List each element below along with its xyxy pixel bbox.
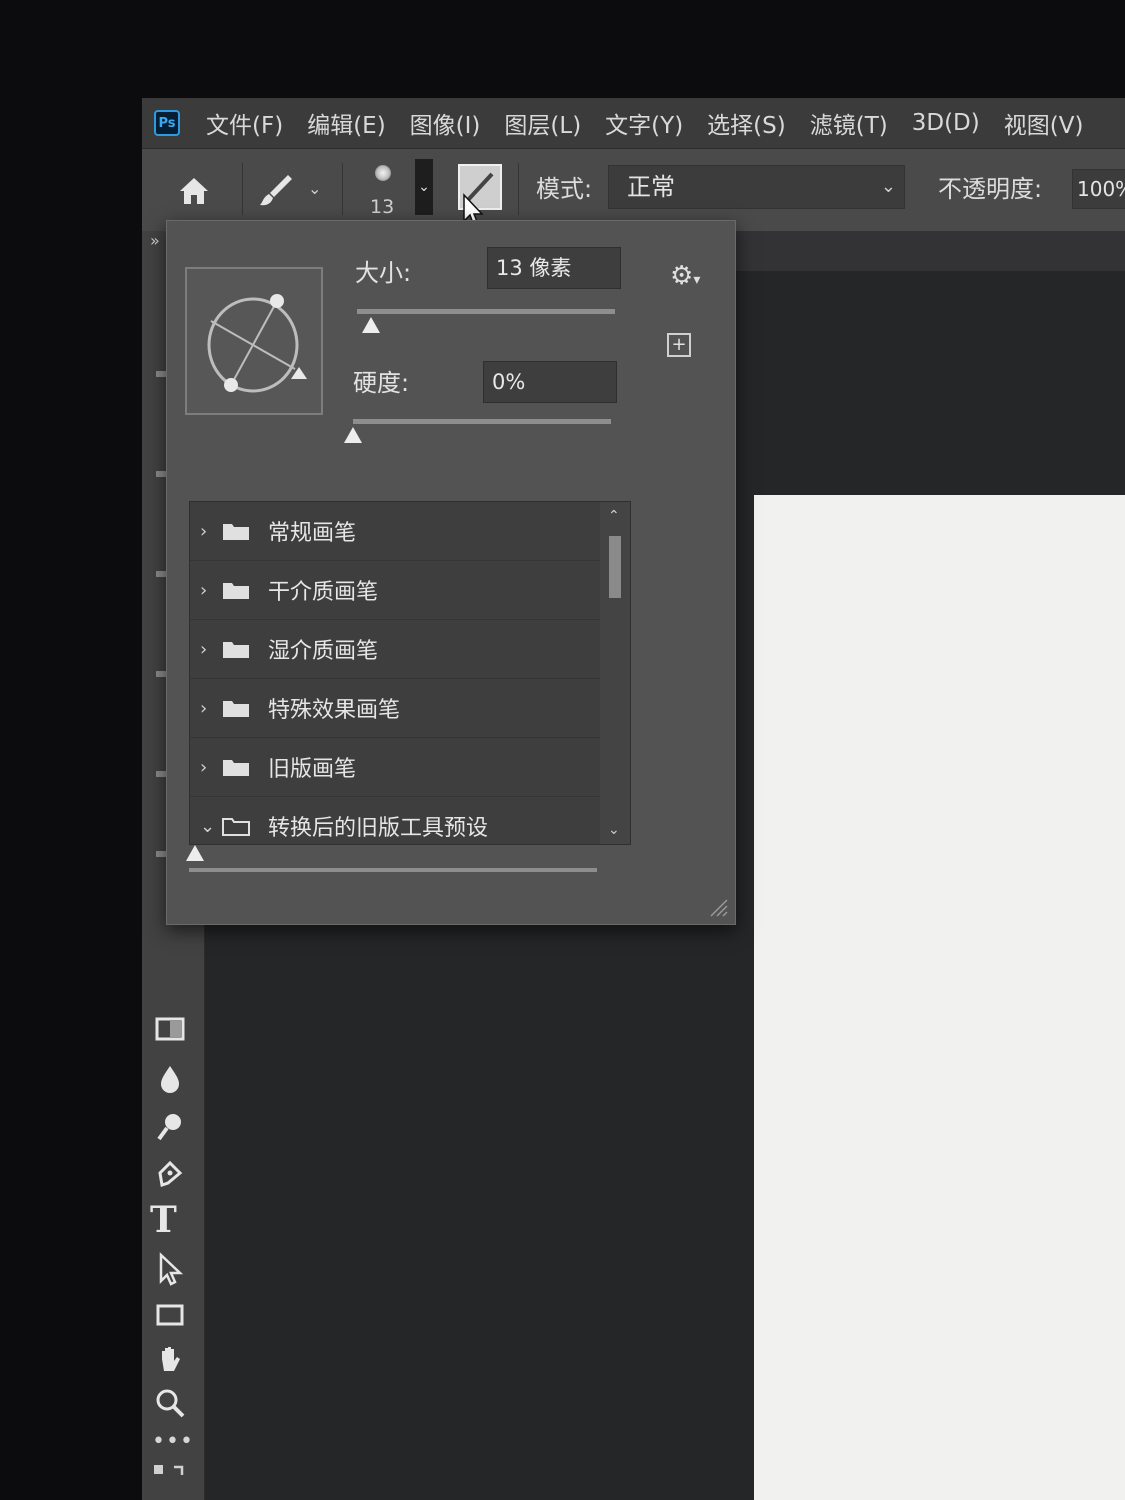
brush-preset-dropdown-button[interactable]: ⌄: [415, 159, 433, 215]
ps-logo: Ps: [154, 110, 180, 136]
tool-stub[interactable]: [156, 851, 166, 857]
photoshop-window: Ps 文件(F) 编辑(E) 图像(I) 图层(L) 文字(Y) 选择(S) 滤…: [142, 98, 1125, 1500]
brush-preset-size[interactable]: 13: [370, 196, 394, 218]
preset-group-name: 常规画笔: [268, 521, 357, 546]
brush-tip-preview[interactable]: [185, 267, 323, 415]
settings-menu-button[interactable]: ⚙▾: [670, 261, 706, 291]
home-icon: [180, 178, 208, 204]
hardness-slider-thumb[interactable]: [344, 427, 362, 443]
tool-stub[interactable]: [156, 471, 166, 477]
preview-size-slider-thumb[interactable]: [186, 845, 204, 861]
menu-3d[interactable]: 3D(D): [912, 110, 980, 136]
preset-group-name: 干介质画笔: [268, 580, 379, 605]
preset-group-row[interactable]: › 干介质画笔: [190, 561, 630, 620]
chevron-down-icon: ▾: [693, 272, 701, 288]
tool-preset-chevron-icon[interactable]: ⌄: [308, 179, 321, 198]
brush-preset-dot-icon[interactable]: [375, 165, 391, 181]
more-tools-icon[interactable]: •••: [152, 1429, 194, 1454]
menu-edit[interactable]: 编辑(E): [307, 106, 385, 140]
mode-label: 模式:: [536, 175, 593, 203]
open-folder-icon: [222, 818, 250, 836]
preset-group-name: 旧版画笔: [268, 757, 357, 782]
collapse-panel-icon[interactable]: »: [150, 231, 160, 250]
pen-tool-icon[interactable]: [152, 1157, 188, 1193]
brush-tool-button[interactable]: [254, 169, 298, 213]
size-slider-thumb[interactable]: [361, 317, 380, 333]
scroll-up-icon[interactable]: ⌃: [608, 508, 620, 524]
menu-filter[interactable]: 滤镜(T): [810, 106, 888, 140]
menu-bar: Ps 文件(F) 编辑(E) 图像(I) 图层(L) 文字(Y) 选择(S) 滤…: [142, 98, 1125, 148]
menu-layer[interactable]: 图层(L): [504, 106, 581, 140]
brush-preset-picker-panel: 大小: 13 像素 ⚙▾ + 硬度: 0% › 常规画笔 › 干介质画笔 › 湿…: [166, 220, 736, 925]
plus-icon: +: [671, 334, 687, 355]
preset-list-scrollbar[interactable]: ⌃ ⌄: [600, 502, 630, 844]
opacity-label: 不透明度:: [938, 175, 1043, 203]
chevron-down-icon: ⌄: [880, 176, 896, 197]
mode-value: 正常: [627, 173, 675, 201]
dodge-tool-icon[interactable]: [152, 1109, 188, 1145]
zoom-tool-icon[interactable]: [152, 1385, 188, 1421]
brush-preset-list: › 常规画笔 › 干介质画笔 › 湿介质画笔 › 特殊效果画笔 › 旧版画笔 ⌄…: [189, 501, 631, 845]
blur-tool-icon[interactable]: [152, 1061, 188, 1097]
chevron-right-icon[interactable]: ›: [200, 521, 222, 542]
preset-group-row[interactable]: › 特殊效果画笔: [190, 679, 630, 738]
chevron-right-icon[interactable]: ›: [200, 639, 222, 660]
chevron-right-icon[interactable]: ›: [200, 757, 222, 778]
preset-group-row[interactable]: › 常规画笔: [190, 502, 630, 561]
new-preset-button[interactable]: +: [667, 333, 691, 357]
document-canvas[interactable]: [754, 495, 1125, 1500]
separator: [242, 163, 243, 215]
mode-select[interactable]: 正常 ⌄: [608, 165, 905, 209]
menu-type[interactable]: 文字(Y): [605, 106, 683, 140]
preset-group-row[interactable]: › 湿介质画笔: [190, 620, 630, 679]
tool-stub[interactable]: [156, 771, 166, 777]
brush-icon: [260, 175, 292, 206]
hand-tool-icon[interactable]: [152, 1341, 188, 1377]
scroll-down-icon[interactable]: ⌄: [608, 822, 620, 838]
size-field[interactable]: 13 像素: [487, 247, 621, 289]
gradient-tool-icon[interactable]: [152, 1011, 188, 1047]
hardness-field[interactable]: 0%: [483, 361, 617, 403]
size-label: 大小:: [355, 259, 412, 287]
path-selection-tool-icon[interactable]: [152, 1251, 188, 1287]
tool-stub[interactable]: [156, 571, 166, 577]
rectangle-tool-icon[interactable]: [152, 1297, 188, 1333]
folder-icon: [223, 701, 249, 717]
scrollbar-thumb[interactable]: [609, 536, 621, 598]
brush-angle-icon: [207, 294, 307, 393]
separator: [342, 163, 343, 215]
size-slider-track[interactable]: [357, 309, 615, 314]
preset-group-name: 湿介质画笔: [268, 639, 379, 664]
home-button[interactable]: [174, 171, 214, 211]
resize-grip-icon[interactable]: [707, 896, 729, 918]
type-tool-icon[interactable]: T: [150, 1199, 177, 1241]
chevron-right-icon[interactable]: ›: [200, 580, 222, 601]
menu-select[interactable]: 选择(S): [707, 106, 786, 140]
opacity-field[interactable]: 100%: [1072, 169, 1125, 209]
preset-group-row[interactable]: ⌄ 转换后的旧版工具预设: [190, 797, 630, 844]
preset-group-name: 转换后的旧版工具预设: [268, 816, 489, 841]
hardness-slider-track[interactable]: [353, 419, 611, 424]
chevron-down-icon: ⌄: [418, 179, 430, 195]
tool-stub[interactable]: [156, 671, 166, 677]
preset-group-row[interactable]: › 旧版画笔: [190, 738, 630, 797]
folder-icon: [223, 583, 249, 599]
preview-size-slider-track[interactable]: [189, 868, 597, 872]
tool-stub[interactable]: [156, 371, 166, 377]
menu-view[interactable]: 视图(V): [1004, 106, 1084, 140]
menu-image[interactable]: 图像(I): [410, 106, 481, 140]
gear-icon: ⚙: [670, 261, 694, 291]
swap-colors-icon[interactable]: [152, 1461, 188, 1497]
folder-icon: [223, 760, 249, 776]
hardness-label: 硬度:: [353, 369, 410, 397]
menu-file[interactable]: 文件(F): [206, 106, 283, 140]
folder-icon: [223, 642, 249, 658]
chevron-right-icon[interactable]: ›: [200, 698, 222, 719]
separator: [518, 163, 519, 215]
folder-icon: [223, 524, 249, 540]
preset-group-name: 特殊效果画笔: [268, 698, 401, 723]
chevron-down-icon[interactable]: ⌄: [200, 816, 222, 837]
